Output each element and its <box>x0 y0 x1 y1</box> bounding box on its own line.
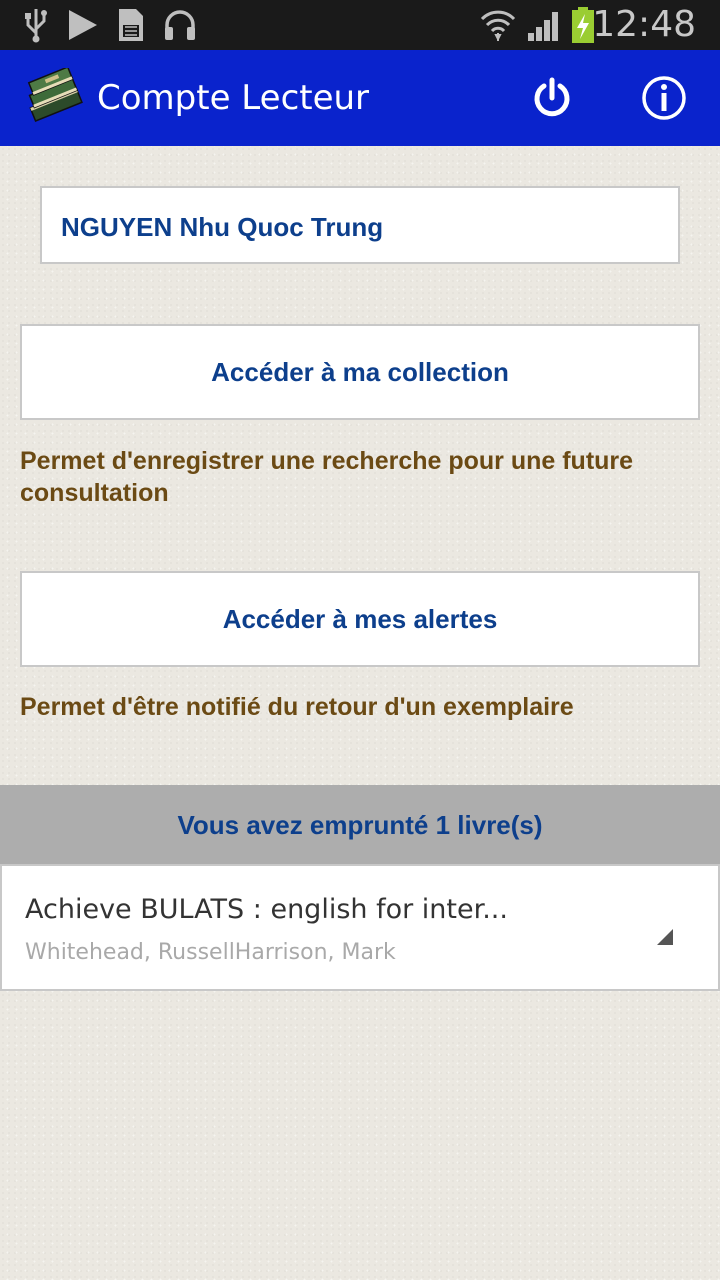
loans-header: Vous avez emprunté 1 livre(s) <box>0 785 720 865</box>
books-logo-icon <box>27 68 83 122</box>
play-icon <box>69 10 97 40</box>
alerts-description: Permet d'être notifié du retour d'un exe… <box>20 693 574 721</box>
collection-description: Permet d'enregistrer une recherche pour … <box>20 447 634 507</box>
user-name-box: NGUYEN Nhu Quoc Trung <box>40 186 680 264</box>
loan-author: Whitehead, RussellHarrison, Mark <box>25 940 396 965</box>
alerts-button[interactable]: Accéder à mes alertes <box>20 571 700 667</box>
corner-arrow-icon <box>657 929 673 945</box>
signal-icon <box>528 12 558 41</box>
collection-button[interactable]: Accéder à ma collection <box>20 324 700 420</box>
wifi-icon <box>480 10 516 42</box>
user-name: NGUYEN Nhu Quoc Trung <box>61 212 384 242</box>
list-item[interactable]: Achieve BULATS : english for inter... Wh… <box>0 864 720 991</box>
clock: 12:48 <box>592 4 696 45</box>
power-icon[interactable] <box>528 74 576 122</box>
action-bar: Compte Lecteur <box>0 50 720 146</box>
info-icon[interactable] <box>640 74 688 122</box>
sd-card-icon <box>119 9 143 41</box>
page-title: Compte Lecteur <box>97 78 370 118</box>
status-bar: 12:48 <box>0 0 720 50</box>
headphones-icon <box>165 10 195 40</box>
loan-title: Achieve BULATS : english for inter... <box>25 894 508 925</box>
usb-icon <box>25 9 47 43</box>
